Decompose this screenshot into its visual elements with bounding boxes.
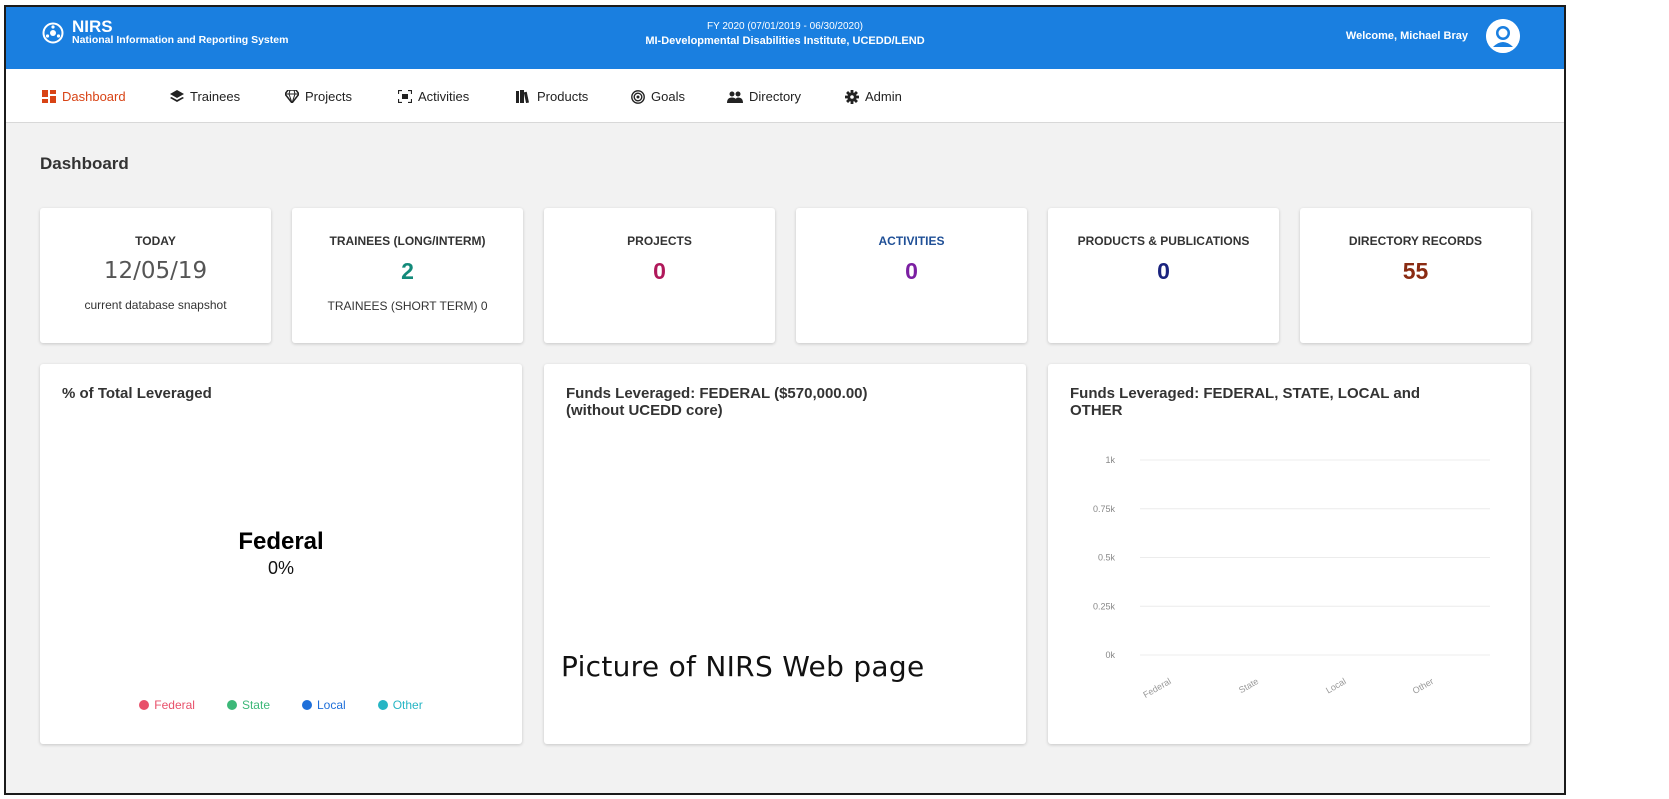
panel-title: Funds Leveraged: FEDERAL ($570,000.00) (… <box>566 385 868 419</box>
panel-title-line: Funds Leveraged: FEDERAL, STATE, LOCAL a… <box>1070 385 1421 402</box>
legend-label: Federal <box>154 698 195 712</box>
nav-activities[interactable]: Activities <box>398 89 469 104</box>
stat-value: 0 <box>1157 258 1170 284</box>
nav-label: Directory <box>749 89 802 104</box>
layers-icon <box>170 90 184 102</box>
user-avatar[interactable] <box>1486 19 1520 53</box>
stat-label: PROJECTS <box>627 234 692 248</box>
stat-card-projects[interactable]: PROJECTS 0 <box>544 208 775 343</box>
legend-dot <box>226 700 237 710</box>
stat-sub: current database snapshot <box>84 298 227 312</box>
fiscal-info: FY 2020 (07/01/2019 - 06/30/2020) MI-Dev… <box>6 20 1564 48</box>
welcome-text: Welcome, Michael Bray <box>1345 30 1468 42</box>
panel-title-line: Funds Leveraged: FEDERAL ($570,000.00) <box>566 385 868 402</box>
legend-label: Other <box>392 698 423 712</box>
x-tick-label: State <box>1237 676 1260 695</box>
stat-label: ACTIVITIES <box>878 234 945 248</box>
pie-center-label: Federal <box>238 528 324 555</box>
nav-trainees[interactable]: Trainees <box>170 89 240 104</box>
nav-label: Dashboard <box>62 89 126 104</box>
nav-label: Trainees <box>190 89 241 104</box>
x-tick-label: Local <box>1324 676 1348 695</box>
x-tick-label: Federal <box>1141 676 1172 700</box>
stat-card-trainees[interactable]: TRAINEES (LONG/INTERM) 2 TRAINEES (SHORT… <box>292 208 523 343</box>
legend-label: State <box>241 698 270 712</box>
user-icon <box>1486 19 1520 53</box>
target-icon <box>631 89 645 104</box>
books-icon <box>516 90 529 103</box>
dashboard-icon <box>42 90 56 103</box>
stat-value: 12/05/19 <box>103 258 208 284</box>
nav-products[interactable]: Products <box>516 89 588 104</box>
panel-funds-federal: Funds Leveraged: FEDERAL ($570,000.00) (… <box>544 364 1026 744</box>
panel-title-line: (without UCEDD core) <box>566 402 723 419</box>
stat-value: 55 <box>1402 258 1429 284</box>
nav-admin[interactable]: Admin <box>845 89 902 104</box>
legend-item-federal[interactable]: Federal <box>139 698 195 712</box>
stat-card-today[interactable]: TODAY 12/05/19 current database snapshot <box>40 208 271 343</box>
y-tick-label: 0k <box>1105 650 1115 660</box>
nav-projects[interactable]: Projects <box>285 89 352 104</box>
stat-card-directory[interactable]: DIRECTORY RECORDS 55 <box>1300 208 1531 343</box>
stat-label: DIRECTORY RECORDS <box>1348 234 1483 248</box>
image-caption: Picture of NIRS Web page <box>561 650 925 683</box>
stat-value: 2 <box>401 258 414 284</box>
main-nav: Dashboard Trainees Projects Activities P… <box>6 69 1564 123</box>
legend-dot <box>377 700 388 710</box>
bar-chart: 0k 0.25k 0.5k 0.75k 1k Federal State Local Other <box>1093 455 1490 700</box>
legend-item-local[interactable]: Local <box>302 698 346 712</box>
legend-dot <box>139 700 150 710</box>
y-tick-label: 0.25k <box>1093 601 1116 611</box>
legend-dot <box>302 700 312 710</box>
nav-label: Goals <box>651 89 685 104</box>
gear-icon <box>845 89 859 104</box>
y-tick-label: 0.5k <box>1098 553 1116 563</box>
pie-center-value: 0% <box>267 558 294 578</box>
stat-label: PRODUCTS & PUBLICATIONS <box>1077 234 1250 248</box>
nav-label: Projects <box>305 89 352 104</box>
legend-item-state[interactable]: State <box>226 698 270 712</box>
fiscal-year: FY 2020 (07/01/2019 - 06/30/2020) <box>706 21 864 32</box>
nav-goals[interactable]: Goals <box>631 89 685 104</box>
pie-legend: Federal State Local Other <box>40 698 522 712</box>
legend-item-other[interactable]: Other <box>377 698 423 712</box>
stat-label: TODAY <box>135 234 176 248</box>
nav-label: Products <box>537 89 589 104</box>
stat-card-activities[interactable]: ACTIVITIES 0 <box>796 208 1027 343</box>
diamond-icon <box>285 90 299 103</box>
stat-label: TRAINEES (LONG/INTERM) <box>329 234 486 248</box>
x-tick-label: Other <box>1411 676 1435 696</box>
stat-sub: TRAINEES (SHORT TERM) 0 <box>327 299 488 313</box>
institute-name: MI-Developmental Disabilities Institute,… <box>645 35 925 47</box>
app-frame: NIRS National Information and Reporting … <box>4 5 1566 795</box>
page-title: Dashboard <box>40 154 129 173</box>
y-tick-label: 1k <box>1105 455 1115 465</box>
stat-value: 0 <box>905 258 918 284</box>
y-tick-label: 0.75k <box>1093 504 1116 514</box>
legend-label: Local <box>317 698 346 712</box>
nav-label: Admin <box>865 89 902 104</box>
nav-label: Activities <box>418 89 470 104</box>
panel-title: % of Total Leveraged <box>62 385 212 402</box>
panel-total-leveraged: % of Total Leveraged Federal 0% Federal … <box>40 364 522 744</box>
top-header: NIRS National Information and Reporting … <box>6 7 1564 69</box>
panel-funds-all: Funds Leveraged: FEDERAL, STATE, LOCAL a… <box>1048 364 1530 744</box>
stat-card-products[interactable]: PRODUCTS & PUBLICATIONS 0 <box>1048 208 1279 343</box>
nav-dashboard[interactable]: Dashboard <box>42 89 126 104</box>
activities-icon <box>398 90 412 103</box>
stat-value: 0 <box>653 258 666 284</box>
nav-directory[interactable]: Directory <box>727 89 801 104</box>
people-icon <box>727 91 743 103</box>
